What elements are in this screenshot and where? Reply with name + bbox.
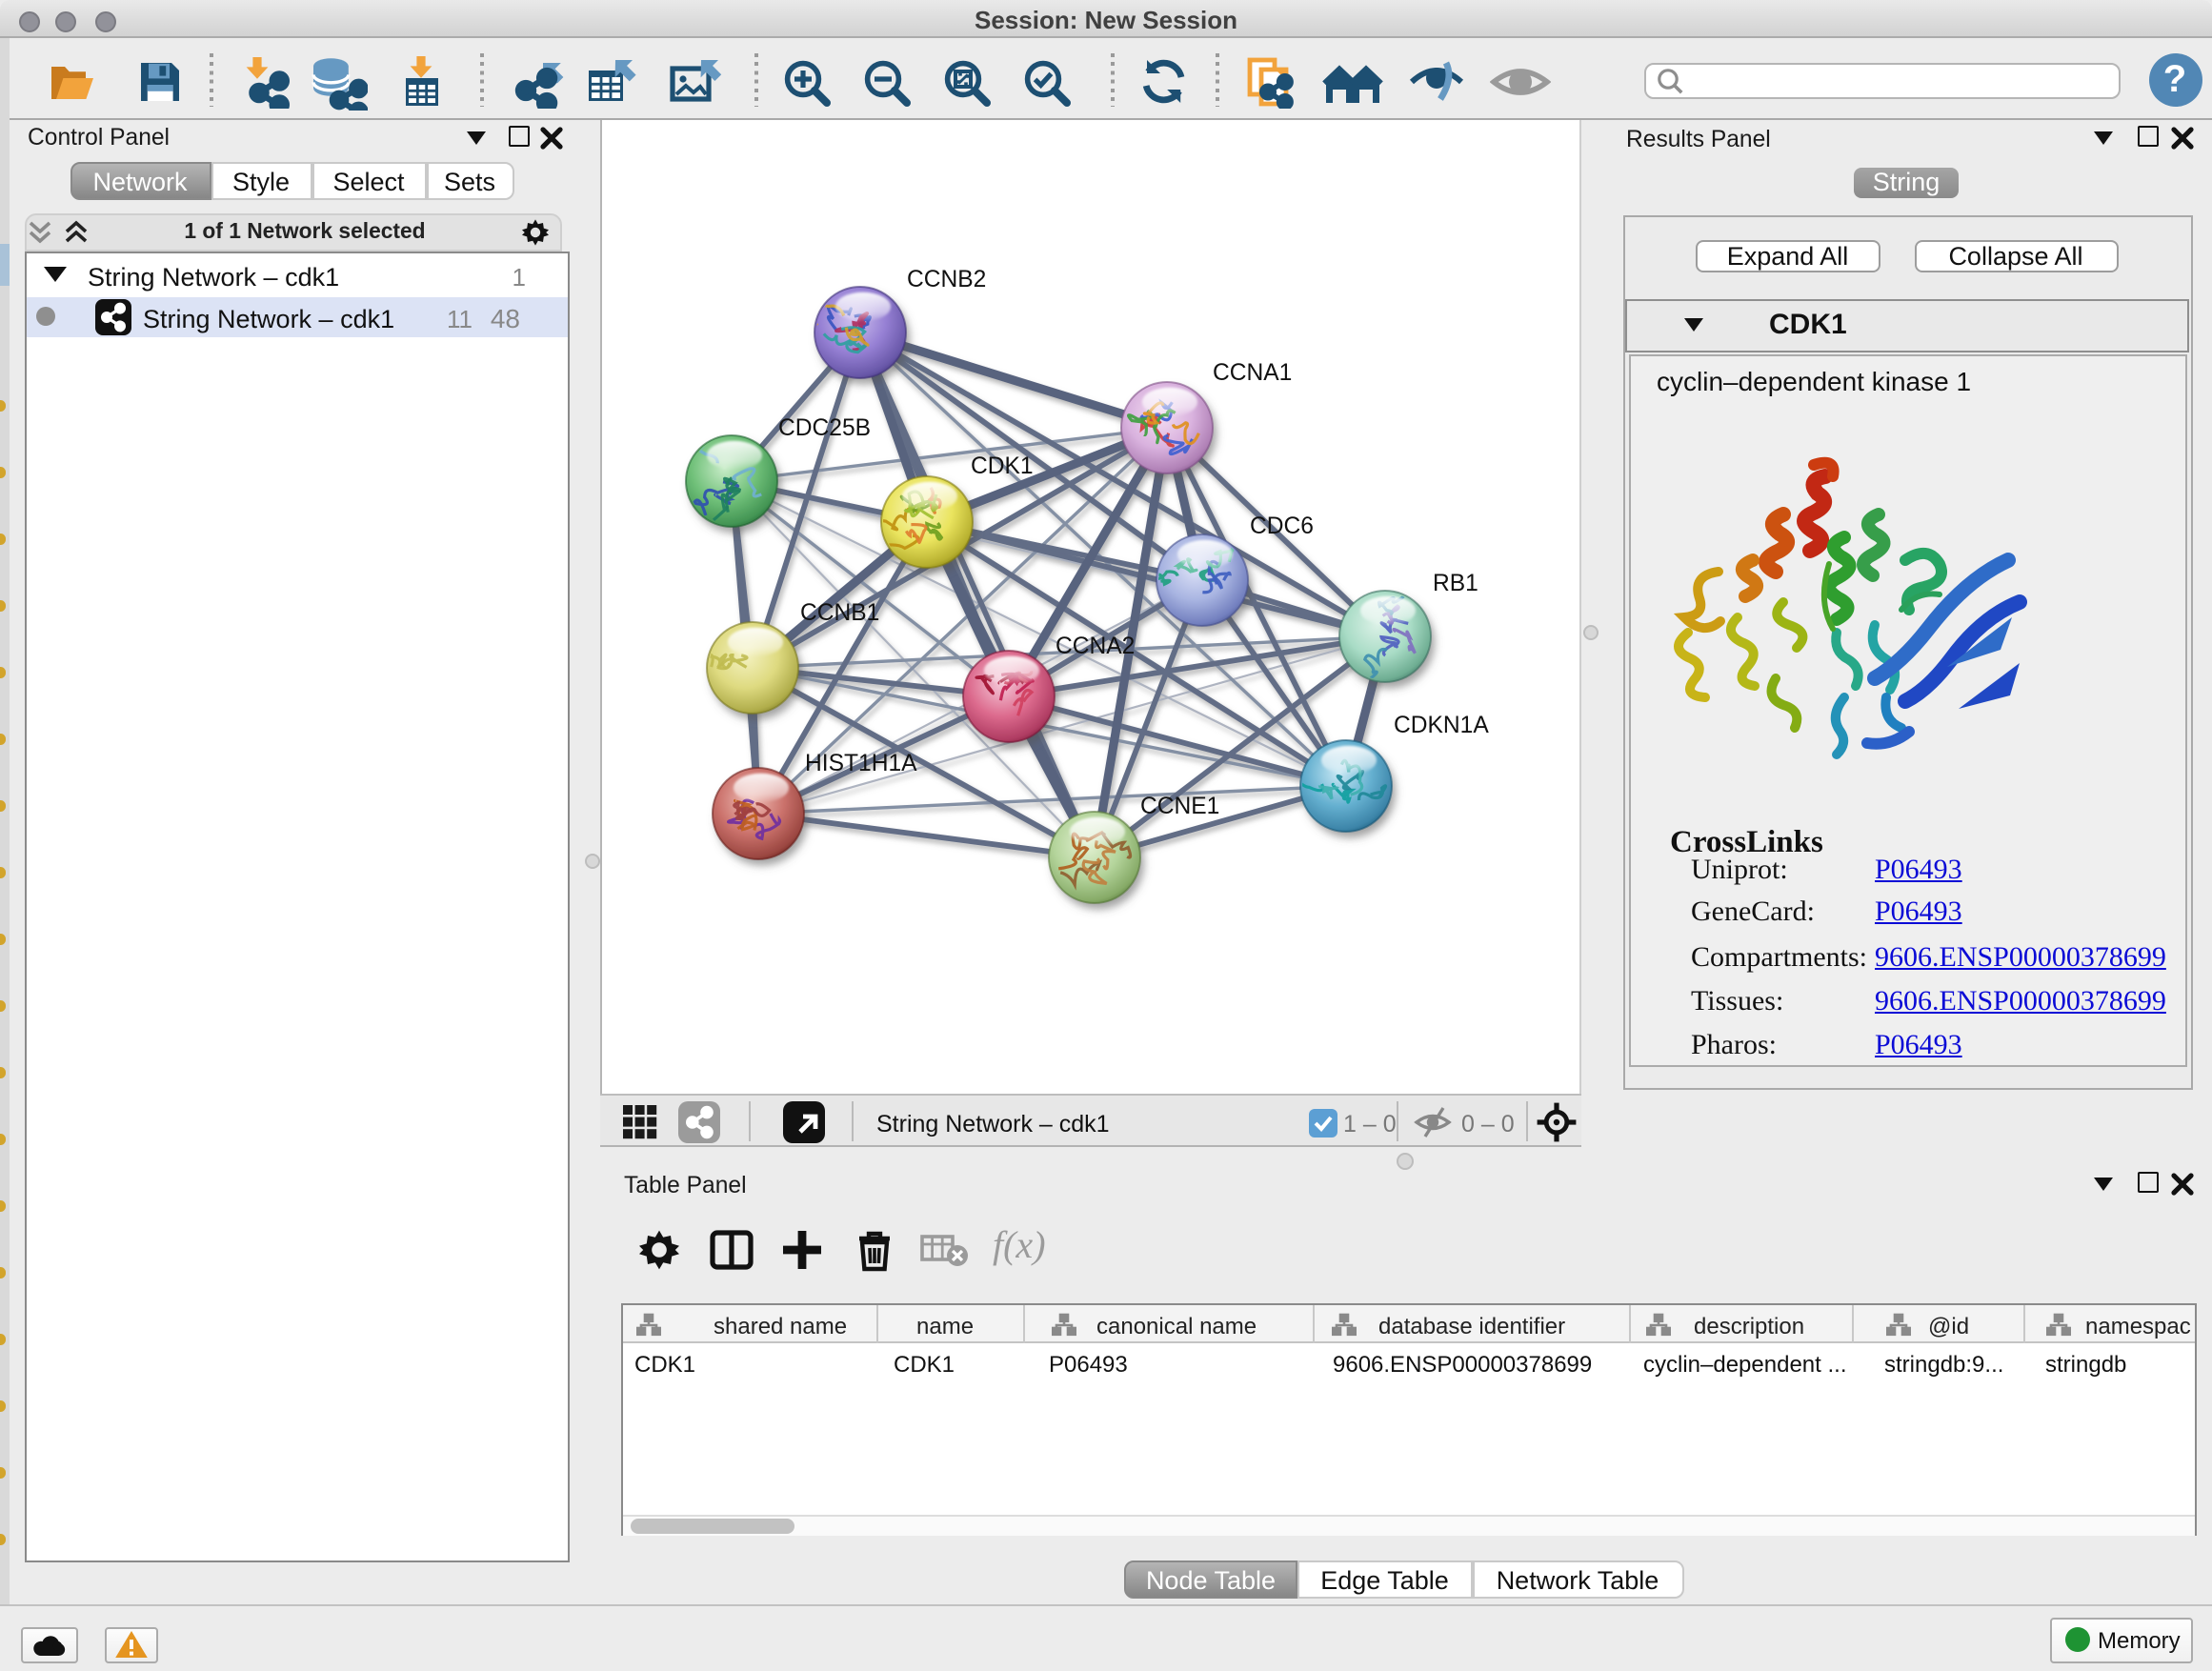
svg-text:CCNA1: CCNA1 — [1212, 360, 1291, 386]
svg-text:CCNB1: CCNB1 — [799, 600, 878, 626]
svg-text:RB1: RB1 — [1432, 571, 1478, 596]
svg-text:CCNE1: CCNE1 — [1139, 794, 1218, 819]
svg-text:CDC25B: CDC25B — [777, 415, 870, 441]
svg-text:HIST1H1A: HIST1H1A — [804, 751, 916, 776]
svg-text:CDC6: CDC6 — [1249, 513, 1313, 539]
svg-text:CDK1: CDK1 — [970, 453, 1033, 479]
svg-text:CDKN1A: CDKN1A — [1393, 713, 1488, 738]
svg-text:CCNA2: CCNA2 — [1055, 634, 1134, 659]
svg-text:CCNB2: CCNB2 — [906, 267, 985, 292]
